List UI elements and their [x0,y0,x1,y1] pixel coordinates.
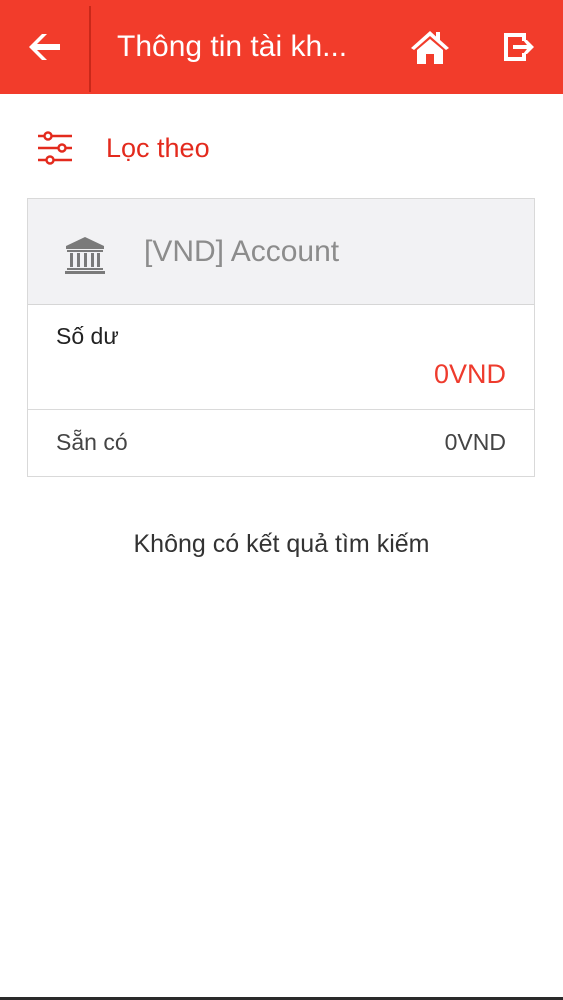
balance-label: Số dư [56,323,119,349]
row-divider [28,409,534,410]
account-name: [VND] Account [144,235,340,268]
available-label: Sẵn có [56,429,128,455]
page-title: Thông tin tài kh... [117,30,348,63]
logout-icon [504,33,534,61]
account-header[interactable]: [VND] Account [28,199,534,305]
empty-results-message: Không có kết quả tìm kiếm [133,530,430,558]
available-value: 0VND [444,429,506,455]
filter-sliders-icon [38,131,72,165]
bank-icon [65,237,105,274]
back-button[interactable] [0,0,88,94]
filter-button[interactable]: Lọc theo [0,110,563,186]
arrow-left-icon [29,34,60,60]
filter-label: Lọc theo [106,133,210,163]
home-button[interactable] [404,24,456,70]
app-header: Thông tin tài kh... [0,0,563,94]
header-divider [89,6,91,92]
account-card: [VND] Account Số dư 0VND Sẵn có 0VND [27,198,535,477]
balance-value: 0VND [433,359,506,389]
home-icon [411,31,449,64]
logout-button[interactable] [494,24,544,70]
